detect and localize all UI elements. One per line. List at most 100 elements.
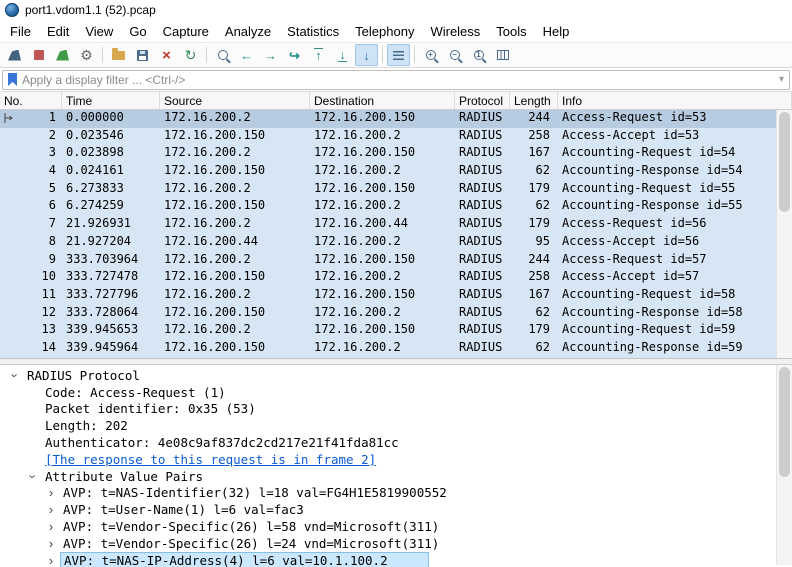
packet-row[interactable]: 11 333.727796 172.16.200.2 172.16.200.15…: [0, 287, 792, 305]
detail-line[interactable]: [The response to this request is in fram…: [0, 451, 792, 468]
packet-row[interactable]: 1 0.000000 172.16.200.2 172.16.200.150 R…: [0, 110, 792, 128]
detail-text: AVP: t=Vendor-Specific(26) l=58 vnd=Micr…: [60, 519, 442, 534]
expander-icon[interactable]: ›: [42, 502, 60, 517]
expander-icon[interactable]: ›: [8, 366, 23, 384]
cell-source: 172.16.200.150: [160, 340, 310, 358]
detail-line[interactable]: › AVP: t=Vendor-Specific(26) l=24 vnd=Mi…: [0, 535, 792, 552]
zoom-original-icon[interactable]: 1: [467, 44, 490, 66]
filter-bookmark-icon[interactable]: [8, 73, 17, 86]
go-forward-icon[interactable]: →: [259, 44, 282, 66]
column-header-info[interactable]: Info: [558, 92, 792, 109]
column-header-protocol[interactable]: Protocol: [455, 92, 510, 109]
stop-capture-icon[interactable]: [27, 44, 50, 66]
column-header-time[interactable]: Time: [62, 92, 160, 109]
cell-length: 167: [510, 145, 558, 163]
packet-row[interactable]: 7 21.926931 172.16.200.2 172.16.200.44 R…: [0, 216, 792, 234]
zoom-out-icon[interactable]: −: [443, 44, 466, 66]
capture-options-icon[interactable]: ⚙: [75, 44, 98, 66]
scrollbar-thumb[interactable]: [779, 367, 790, 477]
open-file-icon[interactable]: [107, 44, 130, 66]
menu-analyze[interactable]: Analyze: [217, 22, 279, 41]
packet-row[interactable]: 14 339.945964 172.16.200.150 172.16.200.…: [0, 340, 792, 358]
colorize-icon[interactable]: [387, 44, 410, 66]
find-packet-icon[interactable]: [211, 44, 234, 66]
packet-row[interactable]: 8 21.927204 172.16.200.44 172.16.200.2 R…: [0, 234, 792, 252]
reload-file-icon[interactable]: ↻: [179, 44, 202, 66]
expander-icon[interactable]: ›: [42, 553, 60, 567]
menu-wireless[interactable]: Wireless: [422, 22, 488, 41]
menu-capture[interactable]: Capture: [155, 22, 217, 41]
cell-destination: 172.16.200.150: [310, 322, 455, 340]
toolbar-separator: [102, 47, 103, 63]
cell-time: 0.024161: [62, 163, 160, 181]
cell-protocol: RADIUS: [455, 269, 510, 287]
detail-scrollbar[interactable]: [776, 365, 792, 565]
menu-edit[interactable]: Edit: [39, 22, 77, 41]
packet-row[interactable]: 6 6.274259 172.16.200.150 172.16.200.2 R…: [0, 198, 792, 216]
go-last-icon[interactable]: ↓: [331, 44, 354, 66]
packet-row[interactable]: 2 0.023546 172.16.200.150 172.16.200.2 R…: [0, 128, 792, 146]
detail-line[interactable]: › AVP: t=Vendor-Specific(26) l=58 vnd=Mi…: [0, 518, 792, 535]
column-header-no[interactable]: No.: [0, 92, 62, 109]
column-header-destination[interactable]: Destination: [310, 92, 455, 109]
menu-file[interactable]: File: [2, 22, 39, 41]
expander-icon[interactable]: ›: [26, 467, 41, 485]
detail-line[interactable]: › RADIUS Protocol: [0, 367, 792, 384]
go-first-icon[interactable]: ↑: [307, 44, 330, 66]
cell-source: 172.16.200.150: [160, 163, 310, 181]
expander-icon[interactable]: ›: [42, 536, 60, 551]
cell-info: Accounting-Request id=59: [558, 322, 792, 340]
menu-tools[interactable]: Tools: [488, 22, 534, 41]
packet-row[interactable]: 13 339.945653 172.16.200.2 172.16.200.15…: [0, 322, 792, 340]
detail-line[interactable]: › AVP: t=NAS-Identifier(32) l=18 val=FG4…: [0, 485, 792, 502]
close-file-icon[interactable]: ×: [155, 44, 178, 66]
detail-text: Attribute Value Pairs: [42, 469, 206, 484]
packet-row[interactable]: 9 333.703964 172.16.200.2 172.16.200.150…: [0, 252, 792, 270]
cell-no: 12: [0, 305, 62, 323]
cell-length: 179: [510, 216, 558, 234]
restart-capture-icon[interactable]: [51, 44, 74, 66]
detail-line[interactable]: Packet identifier: 0x35 (53): [0, 401, 792, 418]
packet-row[interactable]: 10 333.727478 172.16.200.150 172.16.200.…: [0, 269, 792, 287]
display-filter-input[interactable]: Apply a display filter ... <Ctrl-/> ▾: [2, 70, 790, 90]
packet-row[interactable]: 5 6.273833 172.16.200.2 172.16.200.150 R…: [0, 181, 792, 199]
cell-info: Access-Accept id=57: [558, 269, 792, 287]
start-capture-icon[interactable]: [3, 44, 26, 66]
resize-columns-icon[interactable]: [491, 44, 514, 66]
response-link[interactable]: [The response to this request is in fram…: [42, 452, 379, 467]
detail-line[interactable]: › AVP: t=NAS-IP-Address(4) l=6 val=10.1.…: [0, 552, 792, 567]
detail-line[interactable]: › AVP: t=User-Name(1) l=6 val=fac3: [0, 501, 792, 518]
go-to-packet-icon[interactable]: ↪: [283, 44, 306, 66]
menu-go[interactable]: Go: [121, 22, 154, 41]
cell-source: 172.16.200.2: [160, 287, 310, 305]
zoom-in-icon[interactable]: +: [419, 44, 442, 66]
detail-line[interactable]: Length: 202: [0, 417, 792, 434]
menu-telephony[interactable]: Telephony: [347, 22, 422, 41]
packet-detail-pane: › RADIUS Protocol Code: Access-Request (…: [0, 365, 792, 567]
filter-dropdown-icon[interactable]: ▾: [779, 74, 784, 85]
autoscroll-icon[interactable]: ↓: [355, 44, 378, 66]
column-header-source[interactable]: Source: [160, 92, 310, 109]
go-back-icon[interactable]: ←: [235, 44, 258, 66]
expander-icon[interactable]: ›: [42, 519, 60, 534]
cell-no: 11: [0, 287, 62, 305]
title-bar: port1.vdom1.1 (52).pcap: [0, 0, 792, 20]
menu-statistics[interactable]: Statistics: [279, 22, 347, 41]
cell-length: 167: [510, 287, 558, 305]
column-header-length[interactable]: Length: [510, 92, 558, 109]
pane-splitter[interactable]: [0, 358, 792, 365]
menu-help[interactable]: Help: [535, 22, 578, 41]
detail-line[interactable]: › Attribute Value Pairs: [0, 468, 792, 485]
cell-source: 172.16.200.2: [160, 216, 310, 234]
scrollbar-thumb[interactable]: [779, 112, 790, 212]
packet-row[interactable]: 12 333.728064 172.16.200.150 172.16.200.…: [0, 305, 792, 323]
cell-source: 172.16.200.2: [160, 110, 310, 128]
packet-row[interactable]: 4 0.024161 172.16.200.150 172.16.200.2 R…: [0, 163, 792, 181]
menu-view[interactable]: View: [77, 22, 121, 41]
packet-list-scrollbar[interactable]: [776, 110, 792, 358]
packet-row[interactable]: 3 0.023898 172.16.200.2 172.16.200.150 R…: [0, 145, 792, 163]
save-file-icon[interactable]: [131, 44, 154, 66]
expander-icon[interactable]: ›: [42, 485, 60, 500]
detail-line[interactable]: Code: Access-Request (1): [0, 384, 792, 401]
detail-line[interactable]: Authenticator: 4e08c9af837dc2cd217e21f41…: [0, 434, 792, 451]
